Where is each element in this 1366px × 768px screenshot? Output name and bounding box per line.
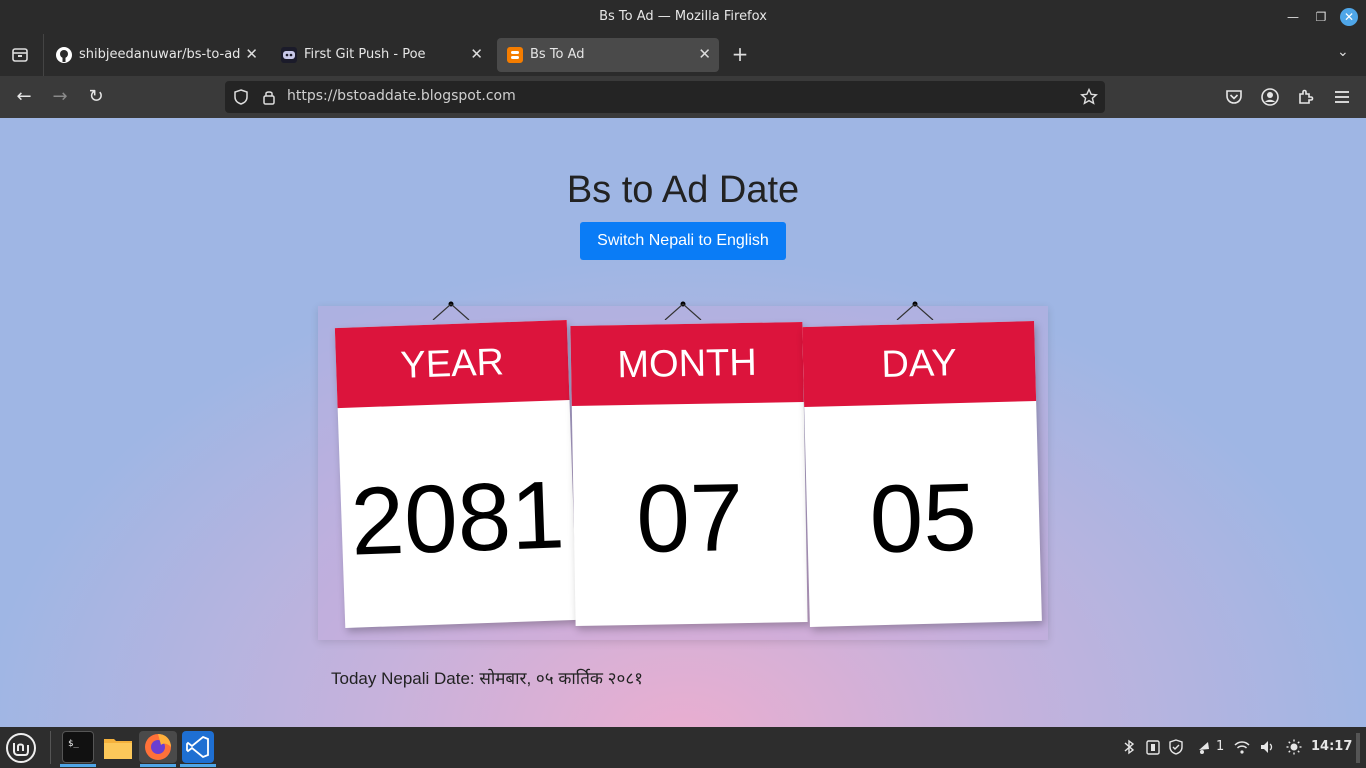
notification-count: 1 (1216, 739, 1225, 754)
tab-bar: shibjeedanuwar/bs-to-ad: w ✕ First Git P… (0, 34, 1366, 76)
firefox-taskbar-icon[interactable] (139, 731, 177, 763)
chevron-down-icon[interactable]: ⌄ (1337, 44, 1349, 60)
tab-label: shibjeedanuwar/bs-to-ad: w (79, 47, 240, 62)
url-text: https://bstoaddate.blogspot.com (287, 88, 516, 104)
month-card-header: MONTH (570, 321, 804, 407)
back-button[interactable]: ← (12, 85, 36, 109)
tab-close-button[interactable]: ✕ (470, 45, 483, 63)
taskbar: $_ 1 14:17 (0, 727, 1366, 768)
page-content: Bs to Ad Date Switch Nepali to English Y… (0, 118, 1366, 727)
nepali-date-text: Today Nepali Date: सोमबार, ०५ कार्तिक २०… (331, 669, 644, 688)
close-window-button[interactable]: ✕ (1340, 8, 1358, 26)
day-value: 05 (868, 463, 978, 574)
new-tab-button[interactable]: + (730, 42, 750, 66)
minimize-button[interactable]: — (1284, 8, 1302, 26)
hanger-icon (664, 301, 702, 320)
hanger-icon (432, 301, 470, 320)
wifi-icon[interactable] (1234, 739, 1250, 759)
lock-icon[interactable] (259, 87, 279, 107)
maximize-button[interactable]: ❐ (1312, 8, 1330, 26)
extensions-icon[interactable] (1294, 85, 1318, 109)
tab-poe[interactable]: First Git Push - Poe ✕ (271, 38, 491, 72)
year-card-header: YEAR (334, 320, 570, 409)
poe-icon (281, 47, 297, 63)
month-value: 07 (635, 464, 745, 573)
year-value: 2081 (348, 461, 567, 576)
vscode-icon[interactable] (182, 731, 214, 763)
bookmark-star-icon[interactable] (1079, 87, 1099, 107)
clock[interactable]: 14:17 (1311, 739, 1352, 754)
tab-label: First Git Push - Poe (304, 47, 426, 62)
day-card-header: DAY (802, 321, 1037, 408)
notifications-icon[interactable] (1196, 739, 1212, 759)
clipboard-icon[interactable] (1145, 739, 1161, 759)
show-desktop-button[interactable] (1356, 733, 1360, 763)
navigation-bar: ← → ↻ https://bstoaddate.blogspot.com (0, 76, 1366, 118)
tab-github[interactable]: shibjeedanuwar/bs-to-ad: w ✕ (46, 38, 266, 72)
brightness-icon[interactable] (1286, 739, 1302, 759)
terminal-icon[interactable]: $_ (62, 731, 94, 763)
url-bar[interactable]: https://bstoaddate.blogspot.com (225, 81, 1105, 113)
switch-language-button[interactable]: Switch Nepali to English (580, 222, 786, 260)
github-icon (56, 47, 72, 63)
tab-close-button[interactable]: ✕ (698, 45, 711, 63)
files-icon[interactable] (102, 731, 134, 763)
window-titlebar: Bs To Ad — Mozilla Firefox — ❐ ✕ (0, 0, 1366, 34)
forward-button[interactable]: → (48, 85, 72, 109)
blogger-icon (507, 47, 523, 63)
year-card: YEAR 2081 (334, 320, 578, 628)
reload-button[interactable]: ↻ (84, 85, 108, 109)
month-card: MONTH 07 (570, 321, 808, 627)
hanger-icon (896, 301, 934, 320)
tab-label: Bs To Ad (530, 47, 585, 62)
day-card: DAY 05 (802, 321, 1042, 627)
volume-icon[interactable] (1259, 739, 1275, 759)
svg-text:$_: $_ (68, 739, 79, 749)
tab-bs-to-ad[interactable]: Bs To Ad ✕ (497, 38, 719, 72)
tab-list-icon (12, 48, 28, 62)
bluetooth-icon[interactable] (1122, 739, 1136, 759)
mint-menu-icon[interactable] (4, 731, 36, 763)
pocket-icon[interactable] (1222, 85, 1246, 109)
account-icon[interactable] (1258, 85, 1282, 109)
window-title: Bs To Ad — Mozilla Firefox (599, 9, 767, 24)
update-shield-icon[interactable] (1168, 739, 1184, 759)
page-title: Bs to Ad Date (566, 169, 800, 211)
calendar-panel: YEAR 2081 MONTH 07 DAY 05 (318, 301, 1048, 640)
shield-icon[interactable] (231, 87, 251, 107)
tab-close-button[interactable]: ✕ (245, 45, 258, 63)
menu-icon[interactable] (1330, 85, 1354, 109)
firefox-view-button[interactable] (10, 44, 32, 66)
